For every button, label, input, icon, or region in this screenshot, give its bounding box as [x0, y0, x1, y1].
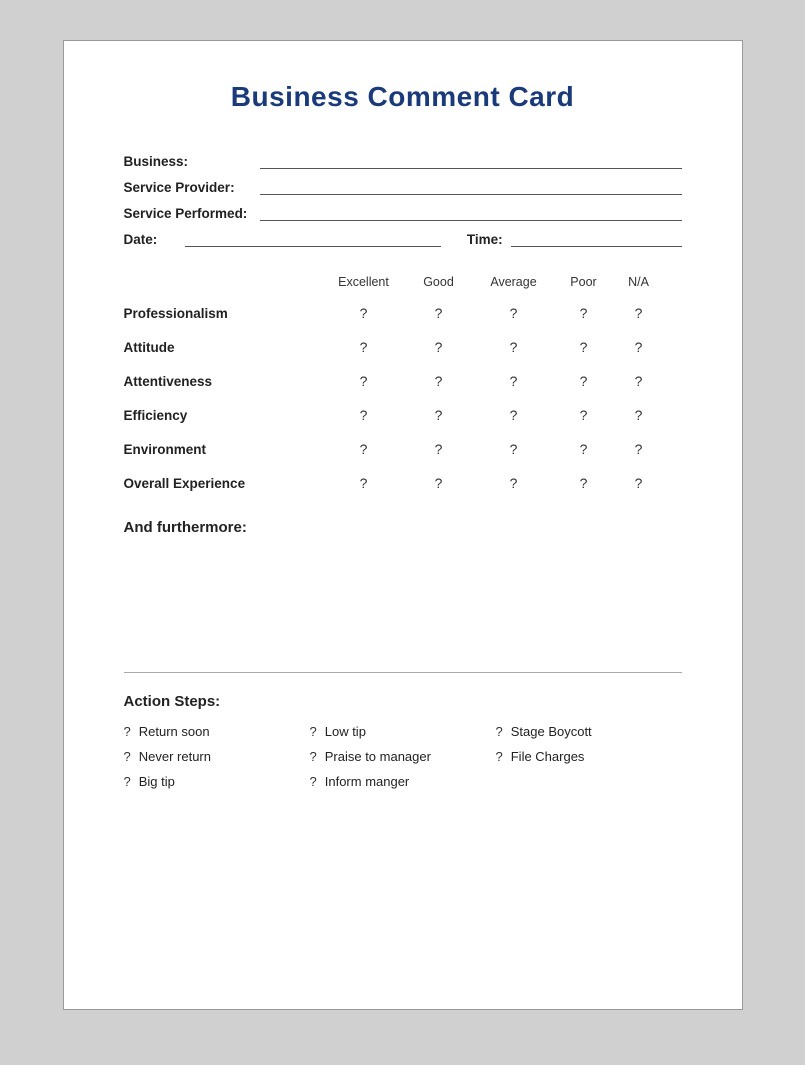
professionalism-average[interactable]: ? [474, 305, 554, 321]
professionalism-label: Professionalism [124, 306, 324, 321]
efficiency-good[interactable]: ? [404, 407, 474, 423]
header-na: N/A [614, 275, 664, 289]
attentiveness-na[interactable]: ? [614, 373, 664, 389]
rating-row-efficiency: Efficiency ? ? ? ? ? [124, 407, 682, 423]
ratings-header: Excellent Good Average Poor N/A [124, 275, 682, 289]
attitude-average[interactable]: ? [474, 339, 554, 355]
overall-experience-label: Overall Experience [124, 476, 324, 491]
rating-row-professionalism: Professionalism ? ? ? ? ? [124, 305, 682, 321]
professionalism-good[interactable]: ? [404, 305, 474, 321]
efficiency-na[interactable]: ? [614, 407, 664, 423]
service-provider-input-line[interactable] [260, 179, 682, 195]
file-charges-label: File Charges [511, 749, 585, 764]
business-field-row: Business: [124, 153, 682, 169]
efficiency-excellent[interactable]: ? [324, 407, 404, 423]
business-label: Business: [124, 154, 254, 169]
environment-na[interactable]: ? [614, 441, 664, 457]
low-tip-label: Low tip [325, 724, 366, 739]
action-steps-title: Action Steps: [124, 693, 682, 710]
service-performed-label: Service Performed: [124, 206, 254, 221]
action-item-inform-manager[interactable]: ? Inform manger [310, 774, 496, 789]
service-performed-field-row: Service Performed: [124, 205, 682, 221]
furthermore-area[interactable] [124, 552, 682, 652]
header-average: Average [474, 275, 554, 289]
action-item-empty [496, 774, 682, 789]
overall-experience-average[interactable]: ? [474, 475, 554, 491]
action-item-low-tip[interactable]: ? Low tip [310, 724, 496, 739]
overall-experience-poor[interactable]: ? [554, 475, 614, 491]
praise-manager-label: Praise to manager [325, 749, 431, 764]
attitude-na[interactable]: ? [614, 339, 664, 355]
attentiveness-good[interactable]: ? [404, 373, 474, 389]
time-label: Time: [467, 232, 503, 247]
return-soon-icon: ? [124, 724, 131, 739]
attentiveness-label: Attentiveness [124, 374, 324, 389]
attitude-label: Attitude [124, 340, 324, 355]
environment-poor[interactable]: ? [554, 441, 614, 457]
environment-label: Environment [124, 442, 324, 457]
low-tip-icon: ? [310, 724, 317, 739]
attitude-poor[interactable]: ? [554, 339, 614, 355]
stage-boycott-icon: ? [496, 724, 503, 739]
attentiveness-poor[interactable]: ? [554, 373, 614, 389]
attentiveness-excellent[interactable]: ? [324, 373, 404, 389]
rating-row-attitude: Attitude ? ? ? ? ? [124, 339, 682, 355]
environment-good[interactable]: ? [404, 441, 474, 457]
return-soon-label: Return soon [139, 724, 210, 739]
action-item-file-charges[interactable]: ? File Charges [496, 749, 682, 764]
service-provider-label: Service Provider: [124, 180, 254, 195]
date-time-row: Date: Time: [124, 231, 682, 247]
comment-card: Business Comment Card Business: Service … [63, 40, 743, 1010]
date-input-line[interactable] [185, 231, 441, 247]
stage-boycott-label: Stage Boycott [511, 724, 592, 739]
furthermore-section: And furthermore: [124, 519, 682, 652]
furthermore-title: And furthermore: [124, 519, 682, 536]
header-poor: Poor [554, 275, 614, 289]
praise-manager-icon: ? [310, 749, 317, 764]
professionalism-poor[interactable]: ? [554, 305, 614, 321]
header-good: Good [404, 275, 474, 289]
professionalism-na[interactable]: ? [614, 305, 664, 321]
never-return-icon: ? [124, 749, 131, 764]
overall-experience-excellent[interactable]: ? [324, 475, 404, 491]
overall-experience-good[interactable]: ? [404, 475, 474, 491]
action-steps-grid: ? Return soon ? Low tip ? Stage Boycott … [124, 724, 682, 789]
service-performed-input-line[interactable] [260, 205, 682, 221]
professionalism-excellent[interactable]: ? [324, 305, 404, 321]
inform-manager-icon: ? [310, 774, 317, 789]
environment-average[interactable]: ? [474, 441, 554, 457]
rating-row-environment: Environment ? ? ? ? ? [124, 441, 682, 457]
action-item-return-soon[interactable]: ? Return soon [124, 724, 310, 739]
attentiveness-average[interactable]: ? [474, 373, 554, 389]
header-excellent: Excellent [324, 275, 404, 289]
action-item-praise-manager[interactable]: ? Praise to manager [310, 749, 496, 764]
attitude-excellent[interactable]: ? [324, 339, 404, 355]
action-item-stage-boycott[interactable]: ? Stage Boycott [496, 724, 682, 739]
action-item-never-return[interactable]: ? Never return [124, 749, 310, 764]
efficiency-average[interactable]: ? [474, 407, 554, 423]
ratings-section: Excellent Good Average Poor N/A Professi… [124, 275, 682, 491]
service-provider-field-row: Service Provider: [124, 179, 682, 195]
time-input-line[interactable] [511, 231, 682, 247]
date-label: Date: [124, 232, 179, 247]
overall-experience-na[interactable]: ? [614, 475, 664, 491]
section-divider [124, 672, 682, 673]
efficiency-label: Efficiency [124, 408, 324, 423]
rating-row-attentiveness: Attentiveness ? ? ? ? ? [124, 373, 682, 389]
big-tip-icon: ? [124, 774, 131, 789]
action-item-big-tip[interactable]: ? Big tip [124, 774, 310, 789]
header-empty [124, 275, 324, 289]
inform-manager-label: Inform manger [325, 774, 410, 789]
efficiency-poor[interactable]: ? [554, 407, 614, 423]
card-title: Business Comment Card [124, 81, 682, 113]
never-return-label: Never return [139, 749, 211, 764]
environment-excellent[interactable]: ? [324, 441, 404, 457]
rating-row-overall-experience: Overall Experience ? ? ? ? ? [124, 475, 682, 491]
big-tip-label: Big tip [139, 774, 175, 789]
action-steps-section: Action Steps: ? Return soon ? Low tip ? … [124, 693, 682, 789]
file-charges-icon: ? [496, 749, 503, 764]
attitude-good[interactable]: ? [404, 339, 474, 355]
business-input-line[interactable] [260, 153, 682, 169]
